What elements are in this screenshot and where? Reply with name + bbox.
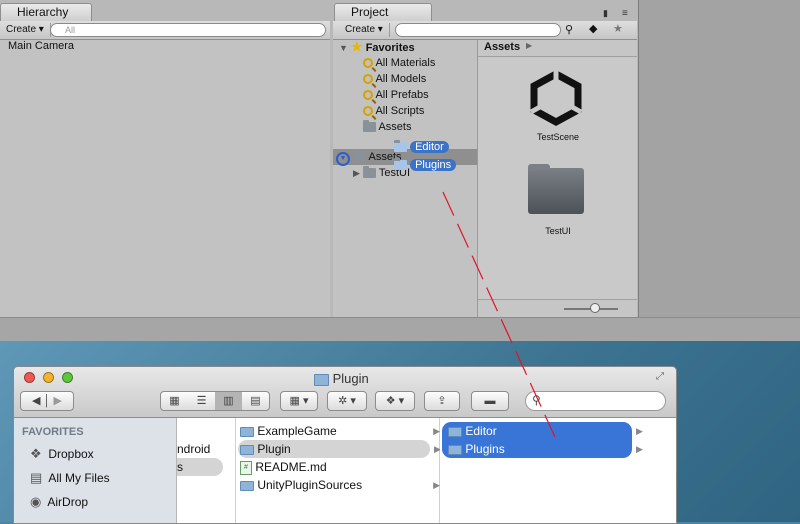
drag-path-line [442, 191, 556, 438]
drag-path-segment [442, 191, 556, 438]
